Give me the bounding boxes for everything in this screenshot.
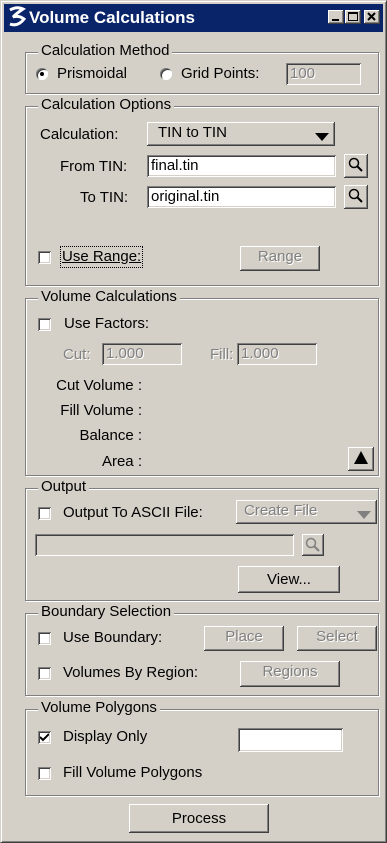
grid-points-input[interactable]: 100 (286, 63, 361, 85)
magnifier-icon (305, 537, 320, 552)
inroads-logo-icon (7, 5, 27, 29)
to-tin-label: To TIN: (80, 189, 129, 206)
fill-factor-label: Fill: (210, 346, 234, 363)
view-button[interactable]: View... (238, 566, 340, 593)
from-tin-label: From TIN: (60, 158, 128, 175)
range-button[interactable]: Range (240, 246, 320, 271)
output-to-ascii-checkbox[interactable] (38, 507, 51, 520)
fill-factor-input[interactable]: 1.000 (237, 343, 317, 365)
fill-volume-label: Fill Volume : (60, 402, 142, 419)
grid-points-label: Grid Points: (181, 65, 260, 82)
expand-results-button[interactable] (348, 447, 374, 471)
output-file-browse-button[interactable] (302, 534, 324, 556)
prismoidal-radio[interactable] (36, 68, 48, 80)
output-to-ascii-label: Output To ASCII File: (63, 504, 203, 521)
polygon-color-swatch[interactable] (238, 728, 343, 752)
dropdown-arrow-icon (357, 511, 371, 519)
prismoidal-label: Prismoidal (57, 65, 128, 82)
use-boundary-checkbox[interactable] (38, 632, 51, 645)
balance-label: Balance : (79, 427, 142, 444)
volume-calculations-legend: Volume Calculations (38, 288, 180, 306)
volume-polygons-group: Volume Polygons Display Only Fill Volume… (25, 699, 379, 796)
calculation-value: TIN to TIN (158, 124, 227, 141)
output-legend: Output (38, 478, 90, 496)
volume-calculations-group: Volume Calculations Use Factors: Cut: 1.… (25, 288, 379, 476)
from-tin-input[interactable]: final.tin (147, 155, 336, 177)
calculation-options-group: Calculation Options Calculation: TIN to … (25, 96, 379, 286)
use-factors-checkbox[interactable] (38, 318, 51, 331)
title-bar[interactable]: Volume Calculations (4, 4, 383, 32)
place-button[interactable]: Place (204, 626, 284, 651)
volumes-by-region-label: Volumes By Region: (63, 664, 199, 681)
boundary-selection-legend: Boundary Selection (38, 603, 175, 621)
calculation-method-group: Calculation Method Prismoidal Grid Point… (25, 42, 379, 94)
triangle-up-icon (354, 451, 368, 464)
use-range-label[interactable]: Use Range: (59, 246, 144, 268)
to-tin-browse-button[interactable] (344, 185, 368, 209)
display-only-checkbox[interactable] (38, 731, 51, 744)
output-group: Output Output To ASCII File: Create File… (25, 478, 379, 601)
maximize-icon[interactable] (345, 10, 361, 24)
from-tin-browse-button[interactable] (344, 154, 368, 178)
use-range-checkbox[interactable] (38, 251, 51, 264)
checkmark-icon (40, 733, 49, 742)
calculation-method-legend: Calculation Method (38, 42, 173, 60)
use-factors-label: Use Factors: (64, 315, 150, 332)
calculation-options-legend: Calculation Options (38, 96, 175, 114)
volumes-by-region-checkbox[interactable] (38, 667, 51, 680)
use-boundary-label: Use Boundary: (63, 629, 163, 646)
output-file-input[interactable] (35, 534, 294, 556)
cut-volume-label: Cut Volume : (56, 377, 142, 394)
volume-polygons-legend: Volume Polygons (38, 699, 160, 717)
minimize-icon[interactable] (328, 10, 344, 24)
volume-calculations-window: Volume Calculations Calculation Method P… (0, 0, 387, 843)
output-mode-value: Create File (244, 502, 318, 519)
calculation-label: Calculation: (40, 126, 119, 143)
regions-button[interactable]: Regions (240, 661, 340, 687)
display-only-label: Display Only (63, 728, 148, 745)
area-label: Area : (101, 453, 142, 470)
cut-factor-label: Cut: (63, 346, 91, 363)
select-button[interactable]: Select (297, 626, 377, 651)
cut-factor-input[interactable]: 1.000 (102, 343, 182, 365)
process-button[interactable]: Process (129, 804, 269, 833)
boundary-selection-group: Boundary Selection Use Boundary: Place S… (25, 603, 379, 696)
output-mode-dropdown[interactable]: Create File (236, 500, 377, 524)
dropdown-arrow-icon (315, 133, 329, 141)
window-title: Volume Calculations (29, 8, 195, 27)
fill-volume-polygons-label: Fill Volume Polygons (63, 764, 203, 781)
grid-points-radio[interactable] (160, 68, 172, 80)
fill-volume-polygons-checkbox[interactable] (38, 767, 51, 780)
to-tin-input[interactable]: original.tin (147, 186, 336, 208)
calculation-dropdown[interactable]: TIN to TIN (147, 122, 335, 146)
close-icon[interactable] (364, 10, 380, 24)
magnifier-icon (348, 188, 363, 203)
magnifier-icon (348, 157, 363, 172)
